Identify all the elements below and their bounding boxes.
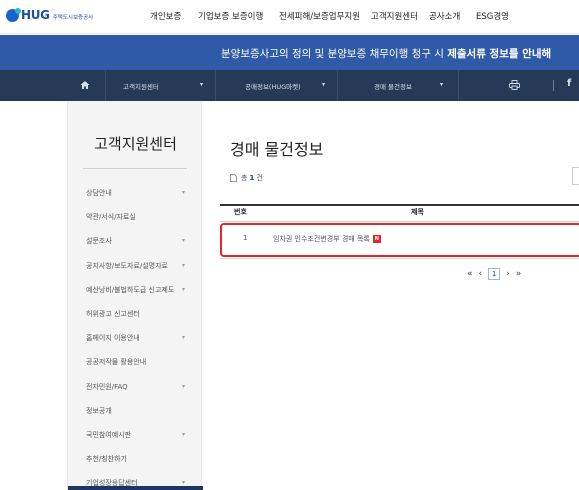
chevron-down-icon: ▾ [181,285,185,293]
top-navigation: HUG 주택도시보증공사 개인보증 기업보증 보증이행 전세피해/보증업무지원 … [0,0,579,34]
chevron-down-icon[interactable]: ▾ [200,81,203,88]
count-suffix: 건 [256,174,263,182]
chevron-down-icon: ▾ [181,189,185,196]
divider [553,80,554,91]
sidebar-item[interactable]: 공지사항/보도자료/설명자료 ▾ [68,254,203,278]
sub-navigation: 고객지원센터 ▾ 공매정보(HUG마켓) ▾ 경매 물건정보 ▾ f [0,70,579,101]
sidebar-item-label: 정보공개 [86,406,112,415]
chevron-down-icon: ▾ [181,261,185,269]
sidebar: 고객지원센터 상담안내 ▾ 약관/서식/자료실 설문조사 ▾ 공지사항/보도자료/설명자료… [67,101,203,490]
divider [458,70,459,101]
sidebar-bottom-bar [68,486,203,490]
divider [105,70,106,101]
pagination: « ‹ 1 › » [467,268,527,280]
sidebar-item[interactable]: 정보공개 [68,399,203,423]
sidebar-item-label: 허위광고 신고센터 [86,309,140,318]
sidebar-item[interactable]: 국민참여예시판 ▾ [68,423,203,447]
menu-item-corporate-guarantee[interactable]: 기업보증 [198,10,232,22]
logo-text: HUG [21,8,50,22]
column-header-title: 제목 [411,208,424,216]
previous-page-button[interactable]: ‹ [479,269,483,279]
banner-text: 분양보증사고의 정의 및 분양보증 채무이행 청구 시 제출서류 정보를 안내해 [221,46,551,61]
menu-item-esg[interactable]: ESG경영 [476,10,516,22]
count-value: 1 [249,174,255,182]
sidebar-item[interactable]: 허위광고 신고센터 [68,302,203,326]
next-page-button[interactable]: › [506,269,510,279]
table-row-title-link[interactable]: 임차권 인수조건변경부 경매 목록 N [273,234,381,244]
menu-item-about[interactable]: 공사소개 [429,10,476,22]
menu-item-customer-center[interactable]: 고객지원센터 [371,10,429,22]
breadcrumb-level-2[interactable]: 공매정보(HUG마켓) [245,81,301,91]
chevron-down-icon[interactable]: ▾ [322,81,325,88]
facebook-icon[interactable]: f [567,78,571,89]
main-menu: 개인보증 기업보증 보증이행 전세피해/보증업무지원 고객지원센터 공사소개 E… [150,10,516,22]
menu-item-personal-guarantee[interactable]: 개인보증 [150,10,198,22]
breadcrumb-level-3[interactable]: 경매 물건정보 [374,81,412,91]
hug-logo[interactable]: HUG 주택도시보증공사 [6,7,94,22]
page-title: 경매 물건정보 [230,140,324,159]
menu-item-guarantee-fulfillment[interactable]: 보증이행 [232,10,279,22]
sidebar-item[interactable]: 추천/칭찬하기 [68,447,203,471]
chevron-down-icon: ▾ [181,334,185,342]
breadcrumb-level-1[interactable]: 고객지원센터 [123,81,159,91]
sidebar-item[interactable]: 상담안내 ▾ [68,181,203,205]
column-header-number: 번호 [234,208,247,216]
sidebar-item-label: 예산낭비/불법하도급 신고제도 [86,285,175,294]
sidebar-item-label: 설문조사 [86,237,112,246]
last-page-button[interactable]: » [516,269,522,279]
row-title[interactable]: 임차권 인수조건변경부 경매 목록 [273,234,370,244]
sidebar-item-label: 추천/칭찬하기 [86,455,127,464]
total-count: 총 1 건 [230,173,263,183]
chevron-down-icon: ▾ [181,382,185,390]
chevron-down-icon[interactable]: ▾ [440,81,443,88]
sidebar-item-label: 국민참여예시판 [86,430,132,439]
sidebar-item-label: 홈페이지 이용안내 [86,334,140,343]
sidebar-item[interactable]: 예산낭비/불법하도급 신고제도 ▾ [68,278,203,302]
print-icon[interactable] [509,80,520,90]
divider [215,70,216,101]
chevron-down-icon: ▾ [181,430,185,438]
divider [337,70,338,101]
banner-text-bold: 제출서류 정보를 안내해 [447,48,552,60]
notice-banner[interactable]: 분양보증사고의 정의 및 분양보증 채무이행 청구 시 제출서류 정보를 안내해 [0,35,579,70]
row-number: 1 [243,234,248,242]
sidebar-item-label: 공지사항/보도자료/설명자료 [86,261,168,270]
current-page[interactable]: 1 [488,268,501,280]
sidebar-item-label: 약관/서식/자료실 [86,213,136,222]
divider [83,168,187,169]
sidebar-item-label: 전자민원/FAQ [86,382,128,391]
view-option-button[interactable] [572,167,579,185]
sidebar-item-label: 공공저작물 활용안내 [86,358,147,367]
sidebar-item[interactable]: 홈페이지 이용안내 ▾ [68,326,203,350]
logo-subtitle: 주택도시보증공사 [52,14,94,21]
sidebar-item[interactable]: 설문조사 ▾ [68,229,203,253]
menu-item-lease-damage-support[interactable]: 전세피해/보증업무지원 [279,10,371,22]
sidebar-menu: 상담안내 ▾ 약관/서식/자료실 설문조사 ▾ 공지사항/보도자료/설명자료 ▾ 예산낭비/불… [68,181,203,490]
new-badge: N [372,235,381,243]
table-row-border [220,258,579,259]
home-icon[interactable] [80,80,90,90]
count-prefix: 총 [241,174,248,182]
first-page-button[interactable]: « [467,269,473,279]
logo-mark-icon [6,7,21,22]
sidebar-item[interactable]: 전자민원/FAQ ▾ [68,375,203,399]
banner-text-prefix: 분양보증사고의 정의 및 분양보증 채무이행 청구 시 [221,48,448,60]
sidebar-title: 고객지원센터 [94,135,177,153]
table-header-border [220,221,579,222]
table-top-border [220,204,579,206]
sidebar-item-label: 상담안내 [86,189,112,197]
document-icon [230,174,237,182]
sidebar-item[interactable]: 공공저작물 활용안내 [68,350,203,374]
sidebar-item[interactable]: 약관/서식/자료실 [68,205,203,229]
chevron-down-icon: ▾ [181,237,185,245]
